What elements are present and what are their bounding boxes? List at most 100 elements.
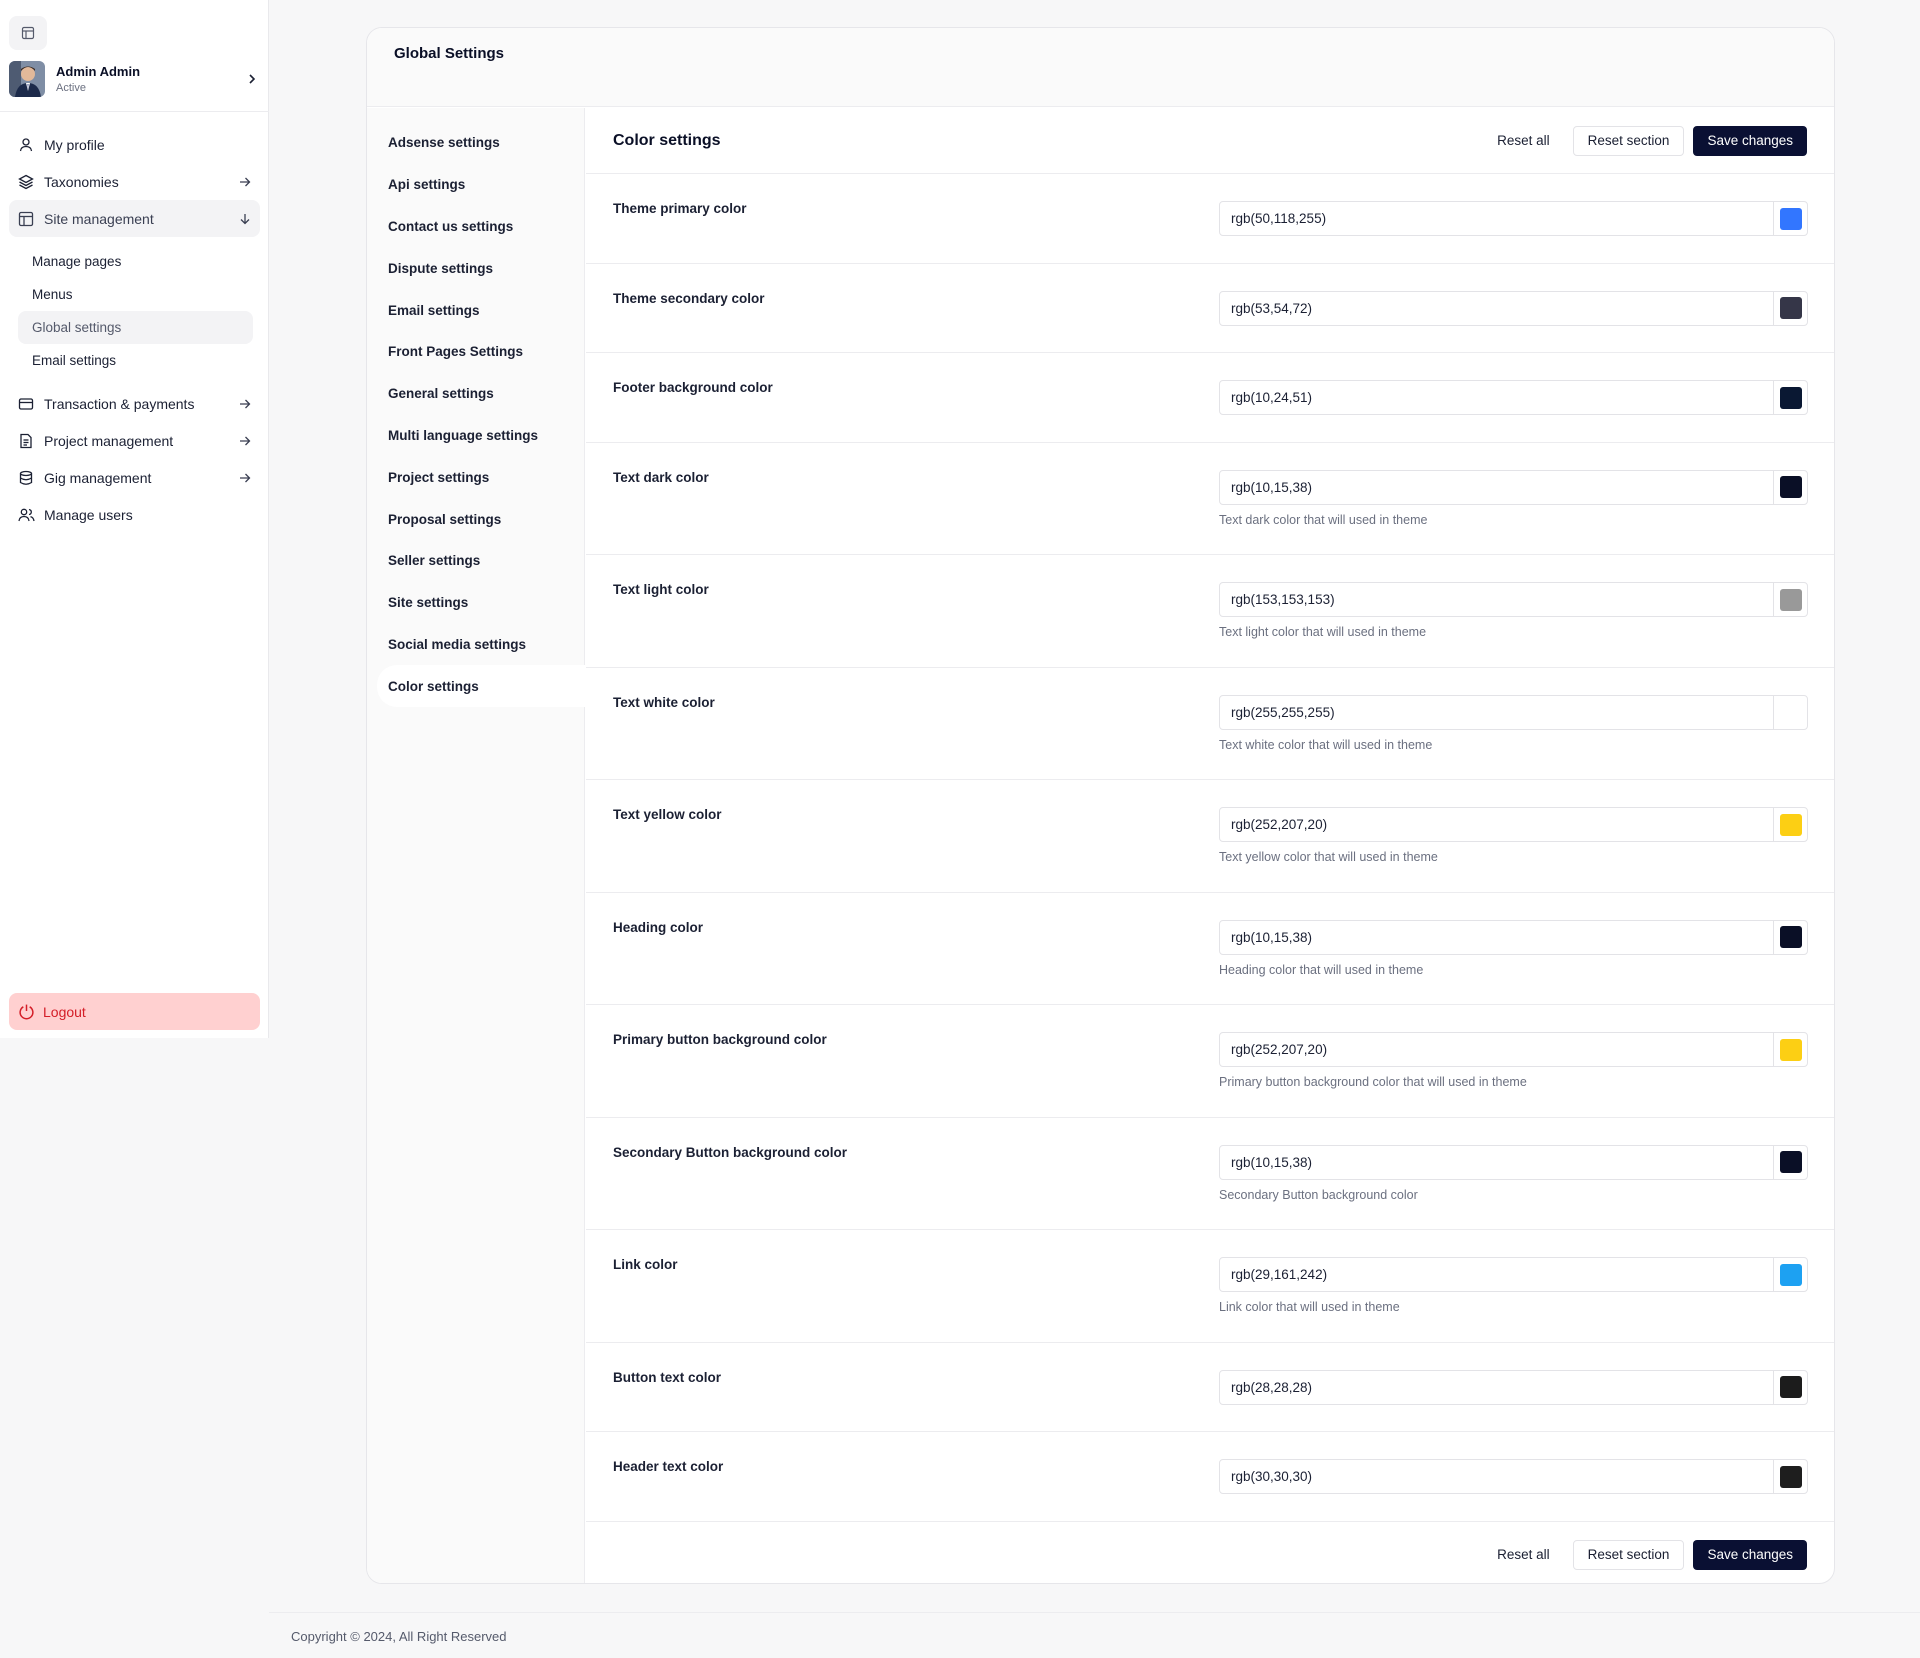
site-management-submenu: Manage pages Menus Global settings Email… [9, 237, 260, 385]
settings-nav-general[interactable]: General settings [367, 373, 584, 415]
color-picker-button[interactable] [1773, 381, 1807, 414]
color-value[interactable]: rgb(153,153,153) [1220, 592, 1773, 607]
color-value[interactable]: rgb(252,207,20) [1220, 817, 1773, 832]
sidebar-item-project-management[interactable]: Project management [9, 422, 260, 459]
color-label: Link color [613, 1257, 678, 1272]
color-hint: Text yellow color that will used in them… [1219, 850, 1438, 864]
color-input[interactable]: rgb(10,15,38) [1219, 469, 1808, 505]
sidebar-item-taxonomies[interactable]: Taxonomies [9, 163, 260, 200]
color-row-header-text-color: Header text color rgb(30,30,30) [586, 1432, 1834, 1522]
color-label: Secondary Button background color [613, 1144, 848, 1160]
color-value[interactable]: rgb(10,15,38) [1220, 930, 1773, 945]
color-picker-button[interactable] [1773, 1145, 1807, 1179]
settings-nav-adsense[interactable]: Adsense settings [367, 122, 584, 164]
color-picker-button[interactable] [1773, 1370, 1807, 1404]
color-picker-button[interactable] [1773, 808, 1807, 841]
settings-nav-dispute[interactable]: Dispute settings [367, 247, 584, 289]
color-label: Theme primary color [613, 201, 747, 216]
submenu-item-menus[interactable]: Menus [18, 278, 253, 311]
color-value[interactable]: rgb(28,28,28) [1220, 1380, 1773, 1395]
color-value[interactable]: rgb(50,118,255) [1220, 211, 1773, 226]
settings-nav-front-pages[interactable]: Front Pages Settings [367, 331, 584, 373]
color-input[interactable]: rgb(50,118,255) [1219, 201, 1808, 236]
save-changes-button[interactable]: Save changes [1693, 1539, 1807, 1570]
sidebar-nav: My profile Taxonomies Site management Ma… [9, 126, 260, 533]
sidebar-item-site-management[interactable]: Site management [9, 200, 260, 237]
arrow-right-icon [240, 399, 251, 408]
settings-nav-api[interactable]: Api settings [367, 164, 584, 206]
settings-nav-project[interactable]: Project settings [367, 456, 584, 498]
color-picker-button[interactable] [1773, 470, 1807, 504]
color-input[interactable]: rgb(10,15,38) [1219, 919, 1808, 955]
color-input[interactable]: rgb(30,30,30) [1219, 1459, 1808, 1494]
sidebar-item-gig-management[interactable]: Gig management [9, 459, 260, 496]
sidebar-item-transaction-payments[interactable]: Transaction & payments [9, 385, 260, 422]
color-picker-button[interactable] [1773, 920, 1807, 954]
color-picker-button[interactable] [1773, 202, 1807, 235]
color-input[interactable]: rgb(252,207,20) [1219, 807, 1808, 842]
settings-nav-site[interactable]: Site settings [367, 582, 584, 624]
color-value[interactable]: rgb(10,15,38) [1220, 1155, 1773, 1170]
color-swatch [1779, 476, 1802, 498]
reset-section-button[interactable]: Reset section [1572, 1539, 1685, 1570]
color-input[interactable]: rgb(252,207,20) [1219, 1032, 1808, 1067]
chevron-right-icon [249, 74, 256, 84]
reset-section-button[interactable]: Reset section [1572, 125, 1685, 156]
database-icon [17, 469, 35, 487]
sidebar-item-label: Taxonomies [44, 173, 119, 190]
submenu-item-email-settings[interactable]: Email settings [18, 344, 253, 377]
submenu-item-manage-pages[interactable]: Manage pages [18, 245, 253, 278]
color-input[interactable]: rgb(53,54,72) [1219, 290, 1808, 326]
settings-nav-contact-us[interactable]: Contact us settings [367, 206, 584, 248]
sidebar-item-label: Site management [44, 210, 154, 227]
color-hint: Text dark color that will used in theme [1219, 512, 1428, 527]
user-profile-menu[interactable]: Admin Admin Active [9, 60, 260, 98]
color-value[interactable]: rgb(252,207,20) [1220, 1042, 1773, 1057]
settings-nav-multi-language[interactable]: Multi language settings [367, 415, 584, 457]
color-input[interactable]: rgb(10,24,51) [1219, 380, 1808, 415]
color-label: Text white color [613, 694, 715, 710]
color-row-theme-secondary-color: Theme secondary color rgb(53,54,72) [586, 264, 1834, 353]
save-changes-button[interactable]: Save changes [1693, 125, 1807, 156]
color-input[interactable]: rgb(255,255,255) [1219, 694, 1808, 730]
color-hint: Text white color that will used in theme [1219, 737, 1433, 752]
sidebar-item-manage-users[interactable]: Manage users [9, 496, 260, 533]
sidebar: Admin Admin Active My profile Taxonomies… [0, 0, 269, 1038]
sidebar-toggle-button[interactable] [9, 16, 47, 50]
color-row-text-white-color: Text white color rgb(255,255,255) Text whi… [586, 668, 1834, 780]
color-value[interactable]: rgb(10,15,38) [1220, 480, 1773, 495]
color-row-footer-background-color: Footer background color rgb(10,24,51) [586, 353, 1834, 443]
reset-all-button[interactable]: Reset all [1483, 126, 1564, 156]
sidebar-item-label: Transaction & payments [44, 395, 195, 412]
color-picker-button[interactable] [1773, 1258, 1807, 1291]
color-value[interactable]: rgb(29,161,242) [1220, 1267, 1773, 1282]
color-picker-button[interactable] [1773, 291, 1807, 325]
reset-all-button[interactable]: Reset all [1483, 1540, 1564, 1570]
logout-button[interactable]: Logout [9, 993, 260, 1030]
settings-nav-proposal[interactable]: Proposal settings [367, 498, 584, 540]
color-picker-button[interactable] [1773, 1033, 1807, 1066]
avatar [9, 61, 45, 97]
color-value[interactable]: rgb(10,24,51) [1220, 390, 1773, 405]
color-picker-button[interactable] [1773, 695, 1807, 729]
color-value[interactable]: rgb(30,30,30) [1220, 1469, 1773, 1484]
color-input[interactable]: rgb(28,28,28) [1219, 1369, 1808, 1405]
color-row-text-yellow-color: Text yellow color rgb(252,207,20) Text yel… [586, 780, 1834, 893]
settings-nav-social-media[interactable]: Social media settings [367, 624, 584, 666]
submenu-item-global-settings[interactable]: Global settings [18, 311, 253, 344]
color-input[interactable]: rgb(29,161,242) [1219, 1257, 1808, 1292]
color-hint: Primary button background color that wil… [1219, 1075, 1527, 1089]
settings-nav-seller[interactable]: Seller settings [367, 540, 584, 582]
settings-nav: Adsense settings Api settings Contact us… [367, 108, 585, 1583]
settings-nav-color[interactable]: Color settings [377, 665, 585, 708]
sidebar-item-my-profile[interactable]: My profile [9, 126, 260, 163]
color-input[interactable]: rgb(10,15,38) [1219, 1144, 1808, 1180]
color-value[interactable]: rgb(53,54,72) [1220, 301, 1773, 316]
document-icon [17, 432, 35, 450]
settings-nav-email[interactable]: Email settings [367, 289, 584, 331]
color-value[interactable]: rgb(255,255,255) [1220, 705, 1773, 720]
color-swatch [1779, 926, 1802, 948]
color-picker-button[interactable] [1773, 1460, 1807, 1493]
color-picker-button[interactable] [1773, 583, 1807, 616]
color-input[interactable]: rgb(153,153,153) [1219, 582, 1808, 617]
